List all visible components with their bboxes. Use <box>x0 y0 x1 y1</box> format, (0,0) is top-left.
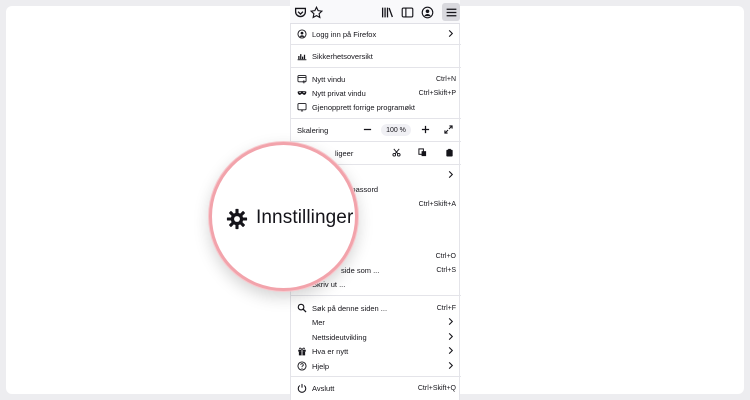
menu-item-find[interactable]: Søk på denne siden ... Ctrl+F <box>291 301 461 315</box>
menu-item-label: Avslutt <box>312 383 335 393</box>
menu-item-label: Gjenopprett forrige programøkt <box>312 102 415 112</box>
menu-item-quit[interactable]: Avslutt Ctrl+Skift+Q <box>291 381 461 395</box>
menu-item-web-developer[interactable]: Nettsideutvikling <box>291 330 461 344</box>
shortcut-label: Ctrl+Skift+Q <box>417 384 456 392</box>
account-icon <box>296 29 307 40</box>
help-icon <box>296 361 307 372</box>
gear-icon <box>226 208 248 230</box>
copy-icon[interactable] <box>417 147 428 158</box>
menu-item-private-window[interactable]: Nytt privat vindu Ctrl+Skift+P <box>291 86 461 100</box>
menu-item-whats-new[interactable]: Hva er nytt <box>291 344 461 358</box>
chevron-right-icon <box>448 332 454 341</box>
menu-separator <box>291 67 461 68</box>
menu-item-label: Hjelp <box>312 361 330 371</box>
menu-item-security-overview[interactable]: Sikkerhetsoversikt <box>291 49 461 63</box>
account-icon[interactable] <box>418 3 436 21</box>
edit-label: ligeer <box>335 148 354 158</box>
sidebar-icon[interactable] <box>398 3 416 21</box>
new-window-icon <box>296 74 307 85</box>
menu-item-zoom: Skalering <box>291 123 461 137</box>
menu-item-label: Nettsideutvikling <box>312 332 367 342</box>
power-icon <box>296 383 307 394</box>
menu-item-label: Mer <box>312 317 325 327</box>
menu-item-sign-in[interactable]: Logg inn på Firefox <box>291 27 461 41</box>
browser-toolbar <box>290 0 460 24</box>
menu-item-label: Logg inn på Firefox <box>312 29 377 39</box>
settings-label[interactable]: Innstillinger <box>256 207 353 229</box>
menu-separator <box>291 118 461 119</box>
zoom-label: Skalering <box>297 125 329 135</box>
shortcut-label: Ctrl+S <box>436 266 456 274</box>
hamburger-menu-icon[interactable] <box>442 3 460 21</box>
cut-icon[interactable] <box>391 147 402 158</box>
menu-item-new-window[interactable]: Nytt vindu Ctrl+N <box>291 72 461 86</box>
shortcut-label: Ctrl+N <box>435 75 456 83</box>
menu-item-more[interactable]: Mer <box>291 315 461 329</box>
menu-item-label: Nytt vindu <box>312 74 346 84</box>
menu-separator <box>291 141 461 142</box>
magnifier-callout: Innstillinger <box>209 142 358 291</box>
bookmark-star-icon[interactable] <box>307 3 325 21</box>
gift-icon <box>296 346 307 357</box>
menu-separator <box>291 44 461 45</box>
fullscreen-icon[interactable] <box>443 124 454 135</box>
shortcut-label: Ctrl+Skift+A <box>418 200 456 208</box>
shortcut-label: Ctrl+F <box>436 304 456 312</box>
chevron-right-icon <box>448 346 454 355</box>
menu-item-help[interactable]: Hjelp <box>291 359 461 373</box>
restore-session-icon <box>296 102 307 113</box>
menu-item-label: Nytt privat vindu <box>312 88 366 98</box>
private-mask-icon <box>296 88 307 99</box>
menu-item-label: Hva er nytt <box>312 346 349 356</box>
chevron-right-icon <box>448 361 454 370</box>
search-icon <box>296 303 307 314</box>
chevron-right-icon <box>448 170 454 179</box>
zoom-in-button[interactable] <box>420 124 431 135</box>
menu-item-restore-session[interactable]: Gjenopprett forrige programøkt <box>291 100 461 114</box>
menu-separator <box>291 295 461 296</box>
chevron-right-icon <box>448 29 454 38</box>
menu-item-label: Søk på denne siden ... <box>312 303 388 313</box>
chevron-right-icon <box>448 317 454 326</box>
bar-chart-icon <box>296 51 307 62</box>
shortcut-label: Ctrl+O <box>435 252 456 260</box>
menu-item-label: side som ... <box>341 265 380 275</box>
paste-icon[interactable] <box>444 147 455 158</box>
shortcut-label: Ctrl+Skift+P <box>418 89 456 97</box>
zoom-out-button[interactable] <box>362 124 373 135</box>
zoom-reset-button[interactable]: 100 % <box>381 124 411 136</box>
menu-separator <box>291 376 461 377</box>
library-icon[interactable] <box>378 3 396 21</box>
menu-item-label: Sikkerhetsoversikt <box>312 51 373 61</box>
